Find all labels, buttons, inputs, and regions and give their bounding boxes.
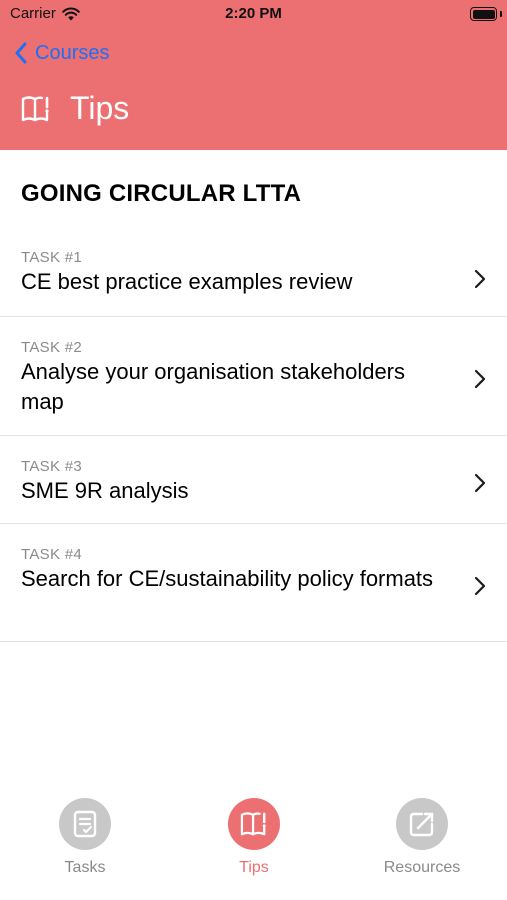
task-title: Search for CE/sustainability policy form…: [21, 566, 434, 591]
tab-tips[interactable]: Tips: [189, 798, 319, 877]
external-edit-icon: [409, 812, 434, 837]
tab-tasks-label: Tasks: [64, 859, 106, 876]
tab-tips-label: Tips: [239, 859, 269, 876]
task-row[interactable]: TASK #2 Analyse your organisation stakeh…: [0, 317, 507, 436]
task-title: CE best practice examples review: [21, 269, 353, 294]
task-title: SME 9R analysis: [21, 478, 189, 503]
chevron-right-icon: [474, 576, 486, 595]
page-title: Tips: [70, 90, 130, 126]
tab-resources-label: Resources: [383, 859, 461, 876]
chevron-right-icon: [474, 473, 486, 492]
task-row[interactable]: TASK #4 Search for CE/sustainability pol…: [0, 524, 507, 642]
task-row[interactable]: TASK #1 CE best practice examples review: [0, 235, 507, 317]
task-number: TASK #2: [21, 339, 83, 356]
tab-resources[interactable]: Resources: [357, 798, 487, 877]
chevron-right-icon: [474, 269, 486, 288]
book-exclamation-icon: [240, 812, 266, 836]
task-number: TASK #3: [21, 458, 83, 475]
task-list: TASK #1 CE best practice examples review…: [0, 235, 507, 642]
nav-title-row: Tips: [20, 90, 129, 127]
back-button-label: Courses: [35, 41, 110, 64]
tab-tasks[interactable]: Tasks: [20, 798, 150, 877]
task-number: TASK #4: [21, 546, 83, 563]
status-bar: Carrier 2:20 PM: [0, 0, 507, 28]
tab-bar: Tasks Tips Resources: [0, 790, 507, 900]
task-number: TASK #1: [21, 249, 83, 266]
battery-icon: [470, 7, 497, 21]
back-button[interactable]: Courses: [14, 38, 109, 68]
nav-header: Carrier 2:20 PM Courses Tips: [0, 0, 507, 150]
tab-tasks-icon-bg: [59, 798, 111, 850]
chevron-right-icon: [474, 369, 486, 389]
status-time: 2:20 PM: [225, 5, 282, 22]
tab-tips-icon-bg: [228, 798, 280, 850]
task-title: Analyse your organisation stakeholders m…: [21, 359, 406, 414]
book-exclamation-icon: [21, 95, 49, 121]
battery-tip: [500, 11, 502, 17]
section-title: GOING CIRCULAR LTTA: [21, 180, 302, 207]
chevron-left-icon: [15, 42, 27, 64]
tab-resources-icon-bg: [396, 798, 448, 850]
task-row[interactable]: TASK #3 SME 9R analysis: [0, 436, 507, 524]
battery-level: [472, 9, 495, 19]
checklist-icon: [73, 810, 97, 838]
